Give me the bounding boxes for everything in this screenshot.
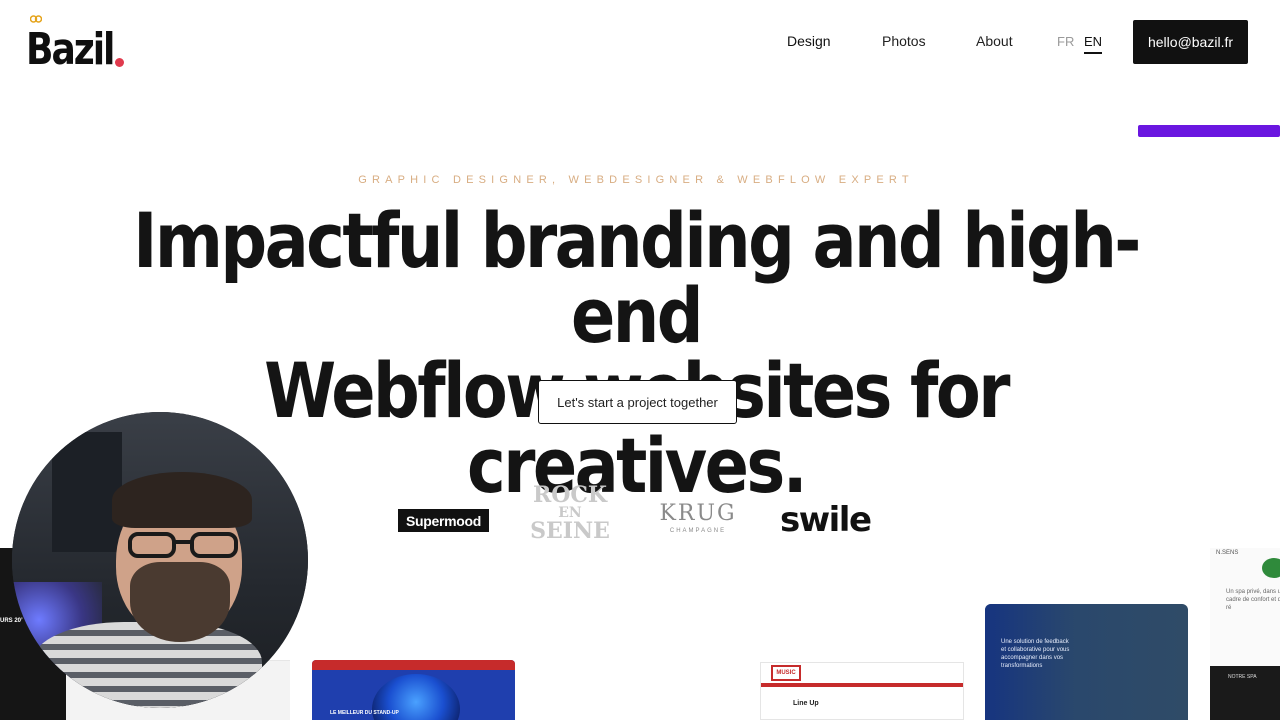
language-fr[interactable]: FR bbox=[1057, 34, 1074, 49]
logo-wordmark: Bazil bbox=[26, 24, 115, 75]
webcam-acoustic-panel bbox=[52, 432, 122, 552]
headline-line-1: Impactful branding and high-end bbox=[133, 196, 1141, 360]
language-en[interactable]: EN bbox=[1084, 34, 1103, 54]
webcam-hair bbox=[112, 472, 252, 528]
headline-line-2: Webflow websites for creatives. bbox=[264, 346, 1010, 510]
preview-card-team[interactable]: Une solution de feedback et collaborativ… bbox=[985, 604, 1188, 720]
nav-about[interactable]: About bbox=[976, 33, 1013, 53]
krug-sub: CHAMPAGNE bbox=[669, 528, 727, 534]
nav-photos[interactable]: Photos bbox=[882, 33, 926, 53]
krug-name: KRUG bbox=[659, 501, 737, 526]
preview-lineup-bar bbox=[761, 683, 963, 687]
preview-team-text: Une solution de feedback et collaborativ… bbox=[1001, 639, 1070, 669]
nav-design[interactable]: Design bbox=[787, 33, 831, 53]
webcam-striped-shirt bbox=[32, 622, 262, 708]
preview-spa-dark-label: NOTRE SPA bbox=[1228, 674, 1257, 680]
webcam-overlay bbox=[12, 412, 308, 708]
webcam-beard bbox=[130, 562, 230, 642]
start-project-button[interactable]: Let's start a project together bbox=[538, 380, 737, 424]
preview-standup-nav bbox=[312, 660, 515, 670]
hero-eyebrow: GRAPHIC DESIGNER, WEBDESIGNER & WEBFLOW … bbox=[358, 174, 914, 186]
preview-lineup-stamp: MUSIC bbox=[771, 665, 801, 681]
glasses-icon bbox=[128, 532, 238, 558]
preview-standup-caption: LE MEILLEUR DU STAND-UP bbox=[330, 710, 399, 716]
preview-card-spa[interactable]: N.SENS Un spa privé, dans un cadre de co… bbox=[1210, 548, 1280, 720]
preview-spa-dark-section: NOTRE SPA bbox=[1210, 666, 1280, 720]
accent-bar bbox=[1138, 125, 1280, 137]
preview-card-lineup[interactable]: MUSIC Line Up bbox=[760, 662, 964, 720]
client-logo-swile: swile bbox=[780, 500, 872, 540]
leaf-icon bbox=[1262, 558, 1280, 578]
preview-lineup-label: Line Up bbox=[793, 700, 819, 707]
email-button[interactable]: hello@bazil.fr bbox=[1133, 20, 1248, 64]
rock-line-1: ROCK bbox=[532, 482, 608, 508]
preview-spa-heading: N.SENS bbox=[1216, 550, 1239, 556]
client-logo-supermood: Supermood bbox=[398, 509, 489, 532]
client-logo-krug: KRUG CHAMPAGNE bbox=[652, 502, 744, 542]
preview-spa-text: Un spa privé, dans un cadre de confort e… bbox=[1226, 589, 1280, 611]
logo-dot bbox=[115, 58, 124, 67]
client-logo-rock-en-seine: ROCK EN SEINE bbox=[528, 484, 612, 558]
preview-card-standup[interactable]: LE MEILLEUR DU STAND-UP bbox=[312, 660, 515, 720]
rock-line-3: SEINE bbox=[530, 518, 610, 544]
crown-icon bbox=[30, 15, 42, 23]
